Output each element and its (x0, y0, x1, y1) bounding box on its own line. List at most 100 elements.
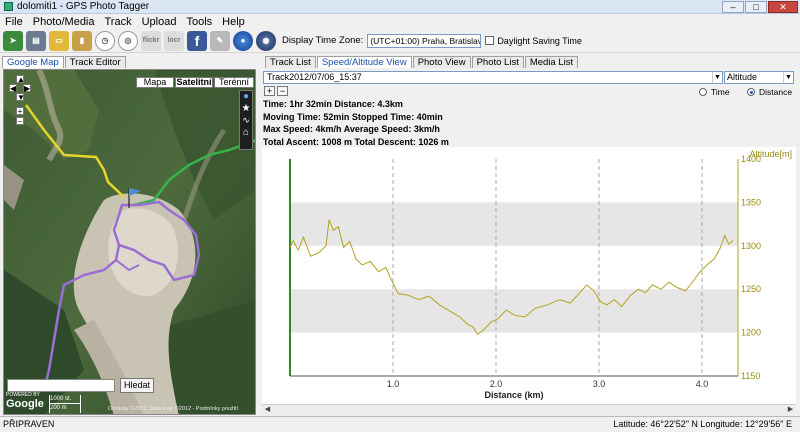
menu-tools[interactable]: Tools (186, 16, 212, 28)
zoom-in-map-button[interactable]: + (16, 107, 24, 116)
pan-down-button[interactable]: ▼ (16, 93, 25, 102)
save-icon[interactable]: ▤ (26, 30, 46, 51)
open-track-icon[interactable]: ➤ (3, 30, 23, 51)
toolbar: ➤ ▤ ▭ ▮ ◷ ◎ flickr locr f ✎ ● ◉ Display … (0, 29, 800, 53)
pan-left-button[interactable]: ◀ (9, 84, 17, 93)
menu-help[interactable]: Help (222, 16, 245, 28)
chart-horizontal-scrollbar[interactable]: ◀ ▶ (262, 404, 796, 415)
chevron-down-icon[interactable]: ▼ (783, 72, 793, 83)
maximize-button[interactable]: □ (745, 1, 767, 13)
home-icon[interactable]: ⌂ (240, 127, 252, 139)
chart-zoom-in-button[interactable]: + (264, 86, 275, 96)
menu-track[interactable]: Track (105, 16, 132, 28)
chart-band (290, 202, 738, 246)
x-tick-label: 4.0 (696, 379, 709, 389)
metric-select[interactable]: Altitude ▼ (724, 71, 794, 84)
gps-icon[interactable]: ◉ (256, 30, 276, 51)
pegman-icon[interactable]: ● (240, 91, 252, 103)
y-axis-label: Altitude[m] (749, 149, 792, 159)
title-bar: dolomiti1 - GPS Photo Tagger – □ ✕ (0, 0, 800, 14)
right-tabs: Track List Speed/Altitude View Photo Vie… (265, 56, 579, 68)
y-tick-label: 1200 (741, 328, 761, 338)
track-select[interactable]: Track2012/07/06_15:37 ▼ (263, 71, 723, 84)
camera-icon[interactable]: ◎ (118, 30, 138, 51)
radio-distance-label: Distance (759, 87, 793, 97)
locr-icon[interactable]: locr (164, 30, 184, 51)
close-button[interactable]: ✕ (768, 1, 798, 13)
map-search-button[interactable]: Hledat (120, 378, 154, 393)
tab-track-editor[interactable]: Track Editor (64, 56, 126, 68)
chevron-down-icon[interactable]: ▼ (712, 72, 722, 83)
y-tick-label: 1300 (741, 241, 761, 251)
facebook-icon[interactable]: f (187, 30, 207, 51)
x-tick-label: 3.0 (593, 379, 606, 389)
app-icon (4, 2, 13, 11)
x-tick-label: 2.0 (490, 379, 503, 389)
pan-up-button[interactable]: ▲ (16, 75, 25, 84)
tab-track-list[interactable]: Track List (265, 56, 316, 68)
window-controls: – □ ✕ (721, 1, 798, 13)
timezone-label: Display Time Zone: (282, 35, 364, 46)
y-tick-label: 1150 (741, 371, 760, 381)
flickr-icon[interactable]: flickr (141, 30, 161, 51)
stats-line-1: Time: 1hr 32min Distance: 4.3km (263, 99, 403, 109)
stats-line-2: Moving Time: 52min Stopped Time: 40min (263, 111, 443, 122)
scale-bottom-label: 200 m (50, 405, 67, 411)
radio-distance-circle[interactable] (747, 88, 755, 96)
status-coordinates: Latitude: 46°22'52" N Longitude: 12°29'5… (613, 419, 792, 429)
stats-line-3: Max Speed: 4km/h Average Speed: 3km/h (263, 124, 440, 134)
tab-photo-view[interactable]: Photo View (412, 56, 471, 68)
zoom-out-map-button[interactable]: – (16, 117, 24, 126)
y-tick-label: 1250 (741, 284, 761, 294)
metric-select-value: Altitude (727, 72, 758, 82)
altitude-chart[interactable]: 1.0 2.0 3.0 4.0 1150 1200 1250 1300 1350 1400 Dist… (262, 147, 796, 404)
scroll-right-icon[interactable]: ▶ (785, 405, 796, 415)
radio-time-label: Time (711, 87, 730, 97)
tab-speed-altitude[interactable]: Speed/Altitude View (316, 56, 412, 68)
window-title: dolomiti1 - GPS Photo Tagger (17, 1, 150, 12)
scale-top-label: 1000 st. (50, 395, 80, 404)
chart-zoom-out-button[interactable]: − (277, 86, 288, 96)
menu-upload[interactable]: Upload (142, 16, 177, 28)
clock-icon[interactable]: ◷ (95, 30, 115, 51)
star-icon[interactable]: ★ (240, 103, 252, 115)
status-text: PŘIPRAVEN (3, 419, 55, 429)
scale-bar: 1000 st. 200 m (49, 395, 81, 413)
map-search-input[interactable] (7, 379, 115, 392)
tab-media-list[interactable]: Media List (524, 56, 579, 68)
dst-checkbox[interactable]: Daylight Saving Time (485, 36, 582, 46)
menu-file[interactable]: File (5, 16, 23, 28)
y-tick-label: 1350 (741, 197, 761, 207)
dst-check-box[interactable] (485, 36, 495, 45)
pan-right-button[interactable]: ▶ (23, 84, 31, 93)
dst-label: Daylight Saving Time (497, 35, 582, 46)
map-type-satellite[interactable]: Satelitní (175, 77, 213, 88)
timezone-select[interactable]: (UTC+01:00) Praha, Bratislava, Budapešť (367, 33, 482, 48)
radio-time-circle[interactable] (699, 88, 707, 96)
path-icon[interactable]: ∿ (240, 115, 252, 127)
export-icon[interactable]: ✎ (210, 30, 230, 51)
google-logo: Google (6, 398, 44, 410)
map-type-terrain[interactable]: Terénní (214, 77, 254, 88)
tag-photos-icon[interactable]: ▮ (72, 30, 92, 51)
radio-distance[interactable]: Distance (747, 87, 792, 97)
status-bar: PŘIPRAVEN Latitude: 46°22'52" N Longitud… (0, 416, 800, 432)
map-tools: ● ★ ∿ ⌂ (239, 90, 253, 150)
chart-band (290, 289, 738, 333)
satellite-map-image (4, 70, 255, 414)
altitude-chart-svg: 1.0 2.0 3.0 4.0115012001250130013501400Dist… (289, 149, 792, 400)
minimize-button[interactable]: – (722, 1, 744, 13)
scroll-left-icon[interactable]: ◀ (262, 405, 273, 415)
map-type-mapa[interactable]: Mapa (136, 77, 174, 88)
google-earth-icon[interactable]: ● (233, 30, 253, 51)
open-folder-icon[interactable]: ▭ (49, 30, 69, 51)
map-copyright: Obrázky ©2012, Data map ©2012 - Podmínky… (108, 406, 239, 412)
track-stats: Time: 1hr 32min Distance: 4.3km Moving T… (263, 98, 449, 148)
google-map[interactable]: ▲ ◀ ▶ ▼ + – Mapa Satelitní Terénní ● ★ ∿… (3, 69, 256, 415)
tab-photo-list[interactable]: Photo List (471, 56, 524, 68)
radio-time[interactable]: Time (699, 87, 730, 97)
x-axis-label: Distance (km) (484, 390, 543, 400)
tab-google-map[interactable]: Google Map (2, 56, 64, 68)
menu-photo-media[interactable]: Photo/Media (33, 16, 95, 28)
track-select-value: Track2012/07/06_15:37 (267, 72, 362, 82)
